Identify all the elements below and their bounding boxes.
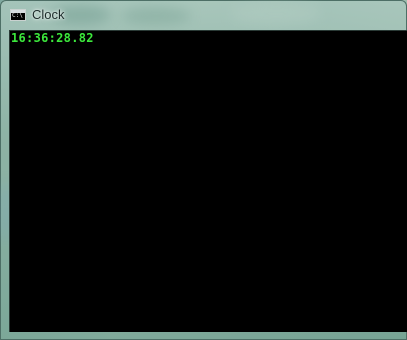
console-icon[interactable]: C:\ — [10, 9, 26, 21]
console-window: C:\ Clock 16:36:28.82 — [0, 0, 407, 340]
window-title: Clock — [32, 7, 65, 22]
title-bar[interactable]: C:\ Clock — [1, 1, 406, 29]
window-bottom-border[interactable] — [1, 330, 406, 339]
clock-time-text: 16:36:28.82 — [11, 31, 94, 45]
console-output-area[interactable]: 16:36:28.82 — [9, 30, 407, 332]
